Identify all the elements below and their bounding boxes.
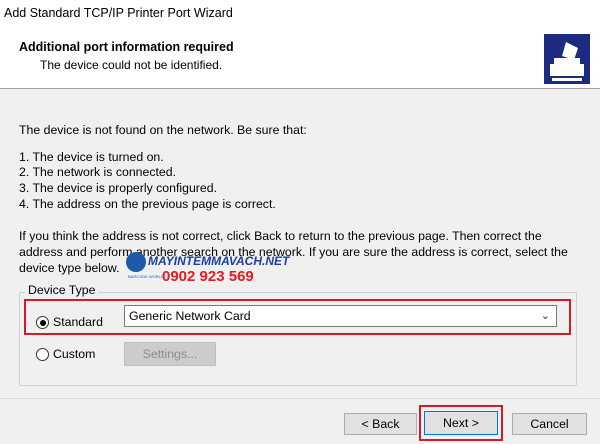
instruction-line: If you think the address is not correct,…: [19, 229, 542, 243]
chevron-down-icon: ⌄: [540, 310, 550, 322]
wizard-header: Additional port information required The…: [0, 30, 600, 89]
device-type-value: Generic Network Card: [129, 309, 251, 323]
checklist-item: 2. The network is connected.: [19, 165, 176, 179]
settings-button[interactable]: Settings...: [124, 342, 216, 366]
checklist-item: 3. The device is properly configured.: [19, 181, 217, 195]
header-subtitle: The device could not be identified.: [40, 58, 223, 72]
intro-text: The device is not found on the network. …: [19, 123, 307, 137]
printer-wizard-icon: [544, 34, 590, 84]
checklist-item: 1. The device is turned on.: [19, 150, 164, 164]
footer-divider: [0, 398, 600, 399]
checklist-item: 4. The address on the previous page is c…: [19, 197, 276, 211]
custom-radio-label[interactable]: Custom: [53, 347, 95, 361]
device-type-select[interactable]: Generic Network Card ⌄: [124, 305, 557, 327]
watermark-site: MAYINTEMMAVACH.NET: [148, 254, 290, 268]
window-title: Add Standard TCP/IP Printer Port Wizard: [4, 6, 233, 20]
watermark: MAYINTEMMAVACH.NET 0902 923 569 BARCODE …: [126, 252, 289, 288]
next-button[interactable]: Next >: [424, 411, 498, 435]
cancel-button[interactable]: Cancel: [512, 413, 587, 435]
globe-logo-icon: [126, 252, 146, 272]
header-title: Additional port information required: [19, 40, 234, 54]
standard-radio[interactable]: [36, 316, 49, 329]
instruction-line: address and perform another search on th…: [19, 245, 568, 259]
watermark-tagline: BARCODE WORLD: [128, 274, 164, 279]
title-bar: Add Standard TCP/IP Printer Port Wizard: [0, 0, 600, 30]
watermark-phone: 0902 923 569: [162, 268, 254, 285]
instruction-line: device type below.: [19, 261, 120, 275]
device-type-legend: Device Type: [25, 283, 99, 297]
back-button[interactable]: < Back: [344, 413, 417, 435]
custom-radio[interactable]: [36, 348, 49, 361]
standard-radio-label[interactable]: Standard: [53, 315, 103, 329]
